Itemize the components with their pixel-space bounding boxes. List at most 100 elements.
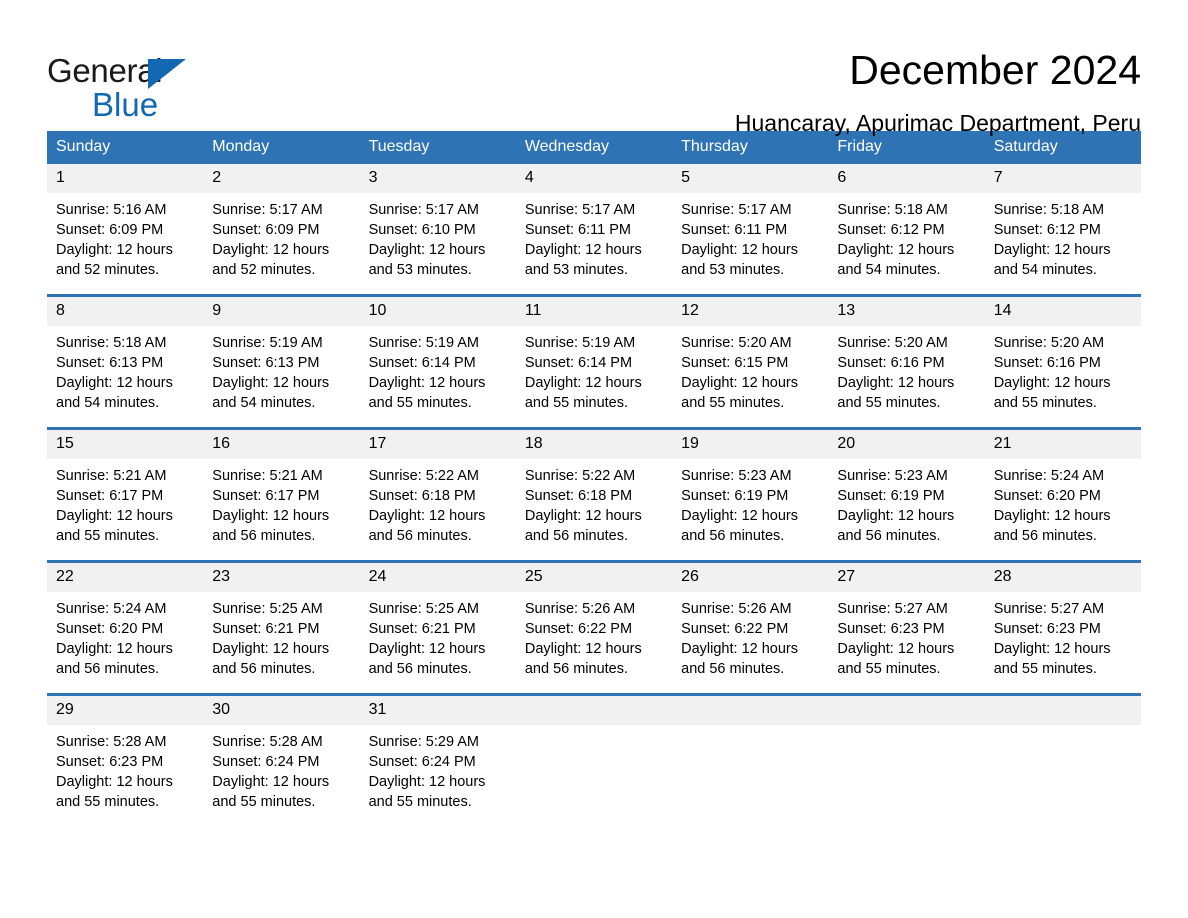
calendar-week-row: 1 Sunrise: 5:16 AM Sunset: 6:09 PM Dayli… [47, 164, 1141, 296]
sunrise-text: Sunrise: 5:19 AM [524, 335, 636, 351]
daylight-text-line2: and 56 minutes. [524, 528, 629, 544]
calendar-cell[interactable]: 5 Sunrise: 5:17 AM Sunset: 6:11 PM Dayli… [672, 164, 829, 296]
sunset-text: Sunset: 6:13 PM [56, 355, 164, 371]
daylight-text-line2: and 55 minutes. [368, 395, 472, 411]
calendar-cell[interactable]: 11 Sunrise: 5:19 AM Sunset: 6:14 PM Dayl… [515, 294, 673, 429]
daylight-text-line2: and 55 minutes. [368, 794, 472, 810]
weekday-header-sunday: Sunday [47, 131, 204, 164]
daylight-text-line2: and 56 minutes. [56, 661, 160, 677]
sunrise-text: Sunrise: 5:26 AM [524, 601, 636, 617]
daylight-text-line2: and 55 minutes. [524, 395, 629, 411]
calendar-cell[interactable]: 9 Sunrise: 5:19 AM Sunset: 6:13 PM Dayli… [203, 294, 360, 429]
daylight-text-line1: Daylight: 12 hours [681, 508, 798, 524]
sunset-text: Sunset: 6:20 PM [993, 488, 1101, 504]
calendar-cell[interactable]: 13 Sunrise: 5:20 AM Sunset: 6:16 PM Dayl… [828, 294, 985, 429]
title-block: December 2024 Huancaray, Apurimac Depart… [207, 44, 1141, 138]
logo-text-blue: Blue [92, 86, 159, 123]
daylight-text-line2: and 54 minutes. [837, 262, 941, 278]
calendar-cell-empty [828, 693, 985, 826]
day-number [984, 696, 1141, 725]
calendar-cell[interactable]: 19 Sunrise: 5:23 AM Sunset: 6:19 PM Dayl… [672, 427, 829, 562]
sunset-text: Sunset: 6:11 PM [524, 222, 631, 238]
calendar-cell[interactable]: 29 Sunrise: 5:28 AM Sunset: 6:23 PM Dayl… [47, 693, 204, 826]
day-number: 7 [984, 164, 1141, 193]
calendar-cell-empty [672, 693, 829, 826]
day-number: 9 [203, 297, 360, 326]
calendar-cell[interactable]: 17 Sunrise: 5:22 AM Sunset: 6:18 PM Dayl… [359, 427, 516, 562]
calendar-cell[interactable]: 30 Sunrise: 5:28 AM Sunset: 6:24 PM Dayl… [203, 693, 360, 826]
calendar-cell[interactable]: 1 Sunrise: 5:16 AM Sunset: 6:09 PM Dayli… [47, 164, 204, 296]
daylight-text-line2: and 56 minutes. [368, 528, 472, 544]
calendar-cell[interactable]: 2 Sunrise: 5:17 AM Sunset: 6:09 PM Dayli… [203, 164, 360, 296]
calendar-cell[interactable]: 21 Sunrise: 5:24 AM Sunset: 6:20 PM Dayl… [984, 427, 1141, 562]
daylight-text-line1: Daylight: 12 hours [368, 774, 486, 790]
sunrise-text: Sunrise: 5:17 AM [368, 202, 479, 218]
sunrise-text: Sunrise: 5:29 AM [368, 734, 479, 750]
sunrise-text: Sunrise: 5:20 AM [837, 335, 948, 351]
calendar-cell[interactable]: 25 Sunrise: 5:26 AM Sunset: 6:22 PM Dayl… [515, 560, 673, 695]
sunrise-text: Sunrise: 5:19 AM [212, 335, 323, 351]
daylight-text-line1: Daylight: 12 hours [993, 242, 1111, 258]
daylight-text-line2: and 56 minutes. [681, 661, 785, 677]
calendar-cell[interactable]: 4 Sunrise: 5:17 AM Sunset: 6:11 PM Dayli… [515, 164, 673, 296]
sunrise-text: Sunrise: 5:22 AM [524, 468, 636, 484]
day-number: 19 [672, 430, 829, 459]
day-details: Sunrise: 5:17 AM Sunset: 6:10 PM Dayligh… [360, 193, 516, 280]
daylight-text-line2: and 56 minutes. [212, 661, 316, 677]
calendar-page: General Blue December 2024 Huancaray, Ap… [0, 0, 1188, 918]
sunset-text: Sunset: 6:19 PM [681, 488, 789, 504]
sunset-text: Sunset: 6:13 PM [212, 355, 320, 371]
calendar-week-row: 15 Sunrise: 5:21 AM Sunset: 6:17 PM Dayl… [47, 427, 1141, 562]
day-details: Sunrise: 5:19 AM Sunset: 6:14 PM Dayligh… [516, 326, 672, 413]
day-number: 24 [359, 563, 516, 592]
calendar-cell[interactable]: 12 Sunrise: 5:20 AM Sunset: 6:15 PM Dayl… [672, 294, 829, 429]
day-details: Sunrise: 5:23 AM Sunset: 6:19 PM Dayligh… [672, 459, 828, 546]
calendar-cell[interactable]: 20 Sunrise: 5:23 AM Sunset: 6:19 PM Dayl… [828, 427, 985, 562]
calendar-cell[interactable]: 7 Sunrise: 5:18 AM Sunset: 6:12 PM Dayli… [984, 164, 1141, 296]
calendar-cell[interactable]: 18 Sunrise: 5:22 AM Sunset: 6:18 PM Dayl… [515, 427, 673, 562]
daylight-text-line1: Daylight: 12 hours [681, 641, 798, 657]
calendar-cell[interactable]: 27 Sunrise: 5:27 AM Sunset: 6:23 PM Dayl… [828, 560, 985, 695]
calendar-week-row: 8 Sunrise: 5:18 AM Sunset: 6:13 PM Dayli… [47, 294, 1141, 429]
calendar-cell[interactable]: 23 Sunrise: 5:25 AM Sunset: 6:21 PM Dayl… [203, 560, 360, 695]
daylight-text-line1: Daylight: 12 hours [837, 242, 955, 258]
sunset-text: Sunset: 6:21 PM [212, 621, 320, 637]
calendar-cell[interactable]: 24 Sunrise: 5:25 AM Sunset: 6:21 PM Dayl… [359, 560, 516, 695]
day-details: Sunrise: 5:25 AM Sunset: 6:21 PM Dayligh… [203, 592, 359, 679]
day-number [515, 696, 673, 725]
sunset-text: Sunset: 6:11 PM [681, 222, 788, 238]
calendar-cell[interactable]: 16 Sunrise: 5:21 AM Sunset: 6:17 PM Dayl… [203, 427, 360, 562]
sunset-text: Sunset: 6:19 PM [837, 488, 945, 504]
daylight-text-line1: Daylight: 12 hours [993, 641, 1111, 657]
day-details: Sunrise: 5:20 AM Sunset: 6:16 PM Dayligh… [985, 326, 1141, 413]
calendar-cell[interactable]: 31 Sunrise: 5:29 AM Sunset: 6:24 PM Dayl… [359, 693, 516, 826]
calendar-cell-empty [515, 693, 673, 826]
day-details: Sunrise: 5:18 AM Sunset: 6:12 PM Dayligh… [985, 193, 1141, 280]
day-number: 20 [828, 430, 985, 459]
calendar-cell[interactable]: 15 Sunrise: 5:21 AM Sunset: 6:17 PM Dayl… [47, 427, 204, 562]
day-details: Sunrise: 5:17 AM Sunset: 6:11 PM Dayligh… [516, 193, 672, 280]
day-number: 3 [359, 164, 516, 193]
generalblue-logo[interactable]: General Blue [47, 44, 207, 123]
daylight-text-line1: Daylight: 12 hours [524, 508, 642, 524]
daylight-text-line1: Daylight: 12 hours [993, 508, 1111, 524]
day-number: 15 [47, 430, 204, 459]
calendar-cell[interactable]: 26 Sunrise: 5:26 AM Sunset: 6:22 PM Dayl… [672, 560, 829, 695]
sunset-text: Sunset: 6:12 PM [837, 222, 945, 238]
calendar-cell[interactable]: 14 Sunrise: 5:20 AM Sunset: 6:16 PM Dayl… [984, 294, 1141, 429]
calendar-cell[interactable]: 6 Sunrise: 5:18 AM Sunset: 6:12 PM Dayli… [828, 164, 985, 296]
day-number: 8 [47, 297, 204, 326]
sunrise-text: Sunrise: 5:23 AM [837, 468, 948, 484]
calendar-cell[interactable]: 10 Sunrise: 5:19 AM Sunset: 6:14 PM Dayl… [359, 294, 516, 429]
daylight-text-line2: and 53 minutes. [368, 262, 472, 278]
day-details: Sunrise: 5:21 AM Sunset: 6:17 PM Dayligh… [47, 459, 203, 546]
calendar-cell[interactable]: 28 Sunrise: 5:27 AM Sunset: 6:23 PM Dayl… [984, 560, 1141, 695]
calendar-cell[interactable]: 22 Sunrise: 5:24 AM Sunset: 6:20 PM Dayl… [47, 560, 204, 695]
calendar-cell[interactable]: 8 Sunrise: 5:18 AM Sunset: 6:13 PM Dayli… [47, 294, 204, 429]
day-number: 11 [515, 297, 673, 326]
daylight-text-line2: and 56 minutes. [837, 528, 941, 544]
daylight-text-line1: Daylight: 12 hours [56, 508, 173, 524]
sunrise-text: Sunrise: 5:21 AM [212, 468, 323, 484]
sunrise-text: Sunrise: 5:25 AM [212, 601, 323, 617]
calendar-cell[interactable]: 3 Sunrise: 5:17 AM Sunset: 6:10 PM Dayli… [359, 164, 516, 296]
